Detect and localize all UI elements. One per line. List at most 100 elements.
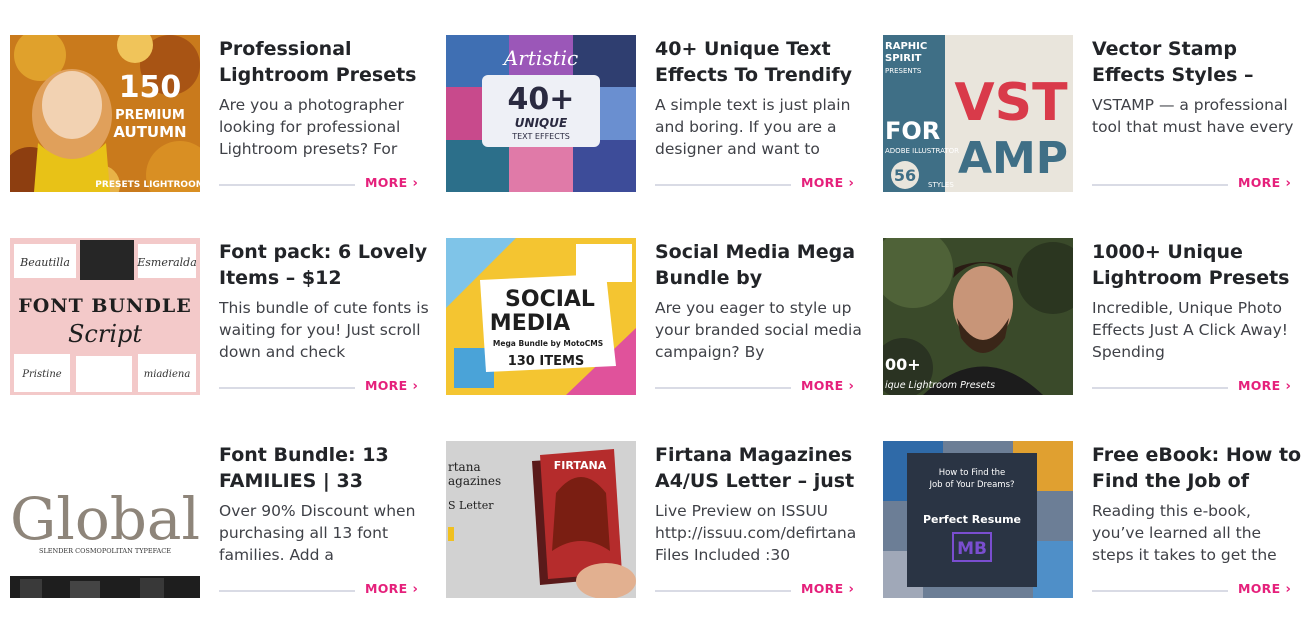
- card-excerpt: Over 90% Discount when purchasing all 13…: [219, 502, 416, 564]
- thumb-caption: ADOBE ILLUSTRATOR: [885, 147, 959, 155]
- autumn-portrait-thumbnail[interactable]: 150 PREMIUM AUTUMN PRESETS LIGHTROOM: [10, 35, 200, 192]
- more-label: MORE: [801, 175, 844, 190]
- divider: [219, 387, 355, 389]
- more-label: MORE: [1238, 378, 1281, 393]
- card-title[interactable]: Firtana Magazines A4/US Letter – just: [655, 442, 865, 494]
- divider: [1092, 387, 1228, 389]
- chevron-right-icon: ›: [848, 176, 855, 191]
- divider: [655, 184, 791, 186]
- card-info: Vector Stamp Effects Styles – VSTAMP — a…: [1092, 35, 1301, 192]
- more-link[interactable]: MORE ›: [1238, 175, 1291, 191]
- vector-stamp-thumbnail[interactable]: RAPHIC SPIRIT PRESENTS FOR ADOBE ILLUSTR…: [883, 35, 1073, 192]
- thumb-caption: 40+: [508, 82, 575, 117]
- thumb-caption: Mega Bundle by MotoCMS: [493, 339, 603, 348]
- card-title[interactable]: Vector Stamp Effects Styles –: [1092, 36, 1301, 88]
- more-link[interactable]: MORE ›: [801, 581, 854, 597]
- thumb-caption: UNIQUE: [515, 116, 568, 130]
- more-link[interactable]: MORE ›: [801, 175, 854, 191]
- card-title[interactable]: Social Media Mega Bundle by: [655, 239, 865, 291]
- card-title[interactable]: Free eBook: How to Find the Job of: [1092, 442, 1301, 494]
- thumb-caption: 130 ITEMS: [508, 354, 585, 369]
- chevron-right-icon: ›: [1285, 379, 1292, 394]
- thumb-caption: AMP: [958, 133, 1068, 184]
- more-label: MORE: [1238, 581, 1281, 596]
- card-info: 1000+ Unique Lightroom Presets Incredibl…: [1092, 238, 1301, 395]
- more-link[interactable]: MORE ›: [365, 175, 418, 191]
- more-link[interactable]: MORE ›: [801, 378, 854, 394]
- thumb-caption: Pristine: [21, 369, 61, 380]
- thumb-caption: 00+: [885, 355, 921, 374]
- social-media-thumbnail[interactable]: SOCIAL MEDIA Mega Bundle by MotoCMS 130 …: [446, 238, 636, 395]
- divider: [1092, 590, 1228, 592]
- product-card: Beautilla Esmeralda FONT BUNDLE Script P…: [10, 238, 437, 395]
- bearded-man-thumbnail[interactable]: 00+ ique Lightroom Presets: [883, 238, 1073, 395]
- thumb-caption: PRESETS LIGHTROOM: [95, 180, 200, 190]
- more-label: MORE: [365, 175, 408, 190]
- more-link[interactable]: MORE ›: [1238, 581, 1291, 597]
- divider: [1092, 184, 1228, 186]
- card-info: Social Media Mega Bundle by Are you eage…: [655, 238, 865, 395]
- ebook-thumbnail[interactable]: How to Find the Job of Your Dreams? Perf…: [883, 441, 1073, 598]
- thumb-caption: AUTUMN: [113, 123, 186, 141]
- card-excerpt: A simple text is just plain and boring. …: [655, 96, 851, 158]
- chevron-right-icon: ›: [412, 176, 419, 191]
- divider: [655, 590, 791, 592]
- card-excerpt: Incredible, Unique Photo Effects Just A …: [1092, 299, 1289, 361]
- thumb-caption: How to Find the: [939, 468, 1006, 478]
- card-info: Firtana Magazines A4/US Letter – just Li…: [655, 441, 865, 598]
- chevron-right-icon: ›: [848, 379, 855, 394]
- thumb-caption: PRESENTS: [885, 67, 922, 75]
- thumb-caption: Script: [68, 320, 142, 348]
- product-card: Global SLENDER COSMOPOLITAN TYPEFACE Fon…: [10, 441, 437, 598]
- more-label: MORE: [801, 378, 844, 393]
- card-title[interactable]: Professional Lightroom Presets: [219, 36, 429, 88]
- card-info: Font Bundle: 13 FAMILIES | 33 Over 90% D…: [219, 441, 429, 598]
- more-link[interactable]: MORE ›: [365, 378, 418, 394]
- product-card: SOCIAL MEDIA Mega Bundle by MotoCMS 130 …: [446, 238, 873, 395]
- text-effects-thumbnail[interactable]: Artistic 40+ UNIQUE TEXT EFFECTS: [446, 35, 636, 192]
- card-excerpt: Reading this e-book, you’ve learned all …: [1092, 502, 1277, 564]
- thumb-caption: Beautilla: [19, 256, 70, 269]
- more-label: MORE: [365, 378, 408, 393]
- thumb-caption: S Letter: [448, 499, 494, 512]
- thumb-caption: SPIRIT: [885, 53, 922, 64]
- thumb-caption: SOCIAL: [505, 287, 595, 312]
- thumb-caption: TEXT EFFECTS: [511, 132, 570, 141]
- card-title[interactable]: 1000+ Unique Lightroom Presets: [1092, 239, 1301, 291]
- thumb-caption: MB: [957, 539, 987, 559]
- card-info: Font pack: 6 Lovely Items – $12 This bun…: [219, 238, 429, 395]
- product-card: How to Find the Job of Your Dreams? Perf…: [883, 441, 1301, 598]
- font-bundle-thumbnail[interactable]: Beautilla Esmeralda FONT BUNDLE Script P…: [10, 238, 200, 395]
- magazine-thumbnail[interactable]: rtana agazines S Letter FIRTANA: [446, 441, 636, 598]
- thumb-caption: Perfect Resume: [923, 513, 1021, 526]
- product-card: 00+ ique Lightroom Presets 1000+ Unique …: [883, 238, 1301, 395]
- more-link[interactable]: MORE ›: [1238, 378, 1291, 394]
- thumb-caption: 56: [894, 166, 916, 185]
- thumb-caption: ique Lightroom Presets: [885, 380, 995, 391]
- card-excerpt: Are you a photographer looking for profe…: [219, 96, 404, 158]
- card-title[interactable]: Font pack: 6 Lovely Items – $12: [219, 239, 429, 291]
- thumb-caption: FONT BUNDLE: [18, 295, 191, 317]
- divider: [219, 590, 355, 592]
- more-label: MORE: [801, 581, 844, 596]
- thumb-caption: Artistic: [502, 46, 578, 70]
- thumb-caption: PREMIUM: [115, 108, 185, 123]
- global-font-thumbnail[interactable]: Global SLENDER COSMOPOLITAN TYPEFACE: [10, 441, 200, 598]
- thumb-caption: STYLES: [928, 181, 954, 189]
- chevron-right-icon: ›: [412, 379, 419, 394]
- thumb-caption: 150: [119, 70, 182, 105]
- thumb-caption: rtana: [448, 460, 481, 474]
- thumb-caption: agazines: [448, 474, 501, 488]
- card-excerpt: Live Preview on ISSUU http://issuu.com/d…: [655, 502, 857, 564]
- thumb-caption: miadiena: [144, 369, 191, 380]
- thumb-caption: SLENDER COSMOPOLITAN TYPEFACE: [39, 547, 171, 555]
- thumb-caption: FOR: [885, 117, 940, 145]
- card-excerpt: This bundle of cute fonts is waiting for…: [219, 299, 429, 361]
- chevron-right-icon: ›: [1285, 176, 1292, 191]
- thumb-caption: Job of Your Dreams?: [928, 480, 1014, 490]
- chevron-right-icon: ›: [1285, 582, 1292, 597]
- card-title[interactable]: Font Bundle: 13 FAMILIES | 33: [219, 442, 429, 494]
- more-link[interactable]: MORE ›: [365, 581, 418, 597]
- product-card: 150 PREMIUM AUTUMN PRESETS LIGHTROOM Pro…: [10, 35, 437, 192]
- card-title[interactable]: 40+ Unique Text Effects To Trendify: [655, 36, 865, 88]
